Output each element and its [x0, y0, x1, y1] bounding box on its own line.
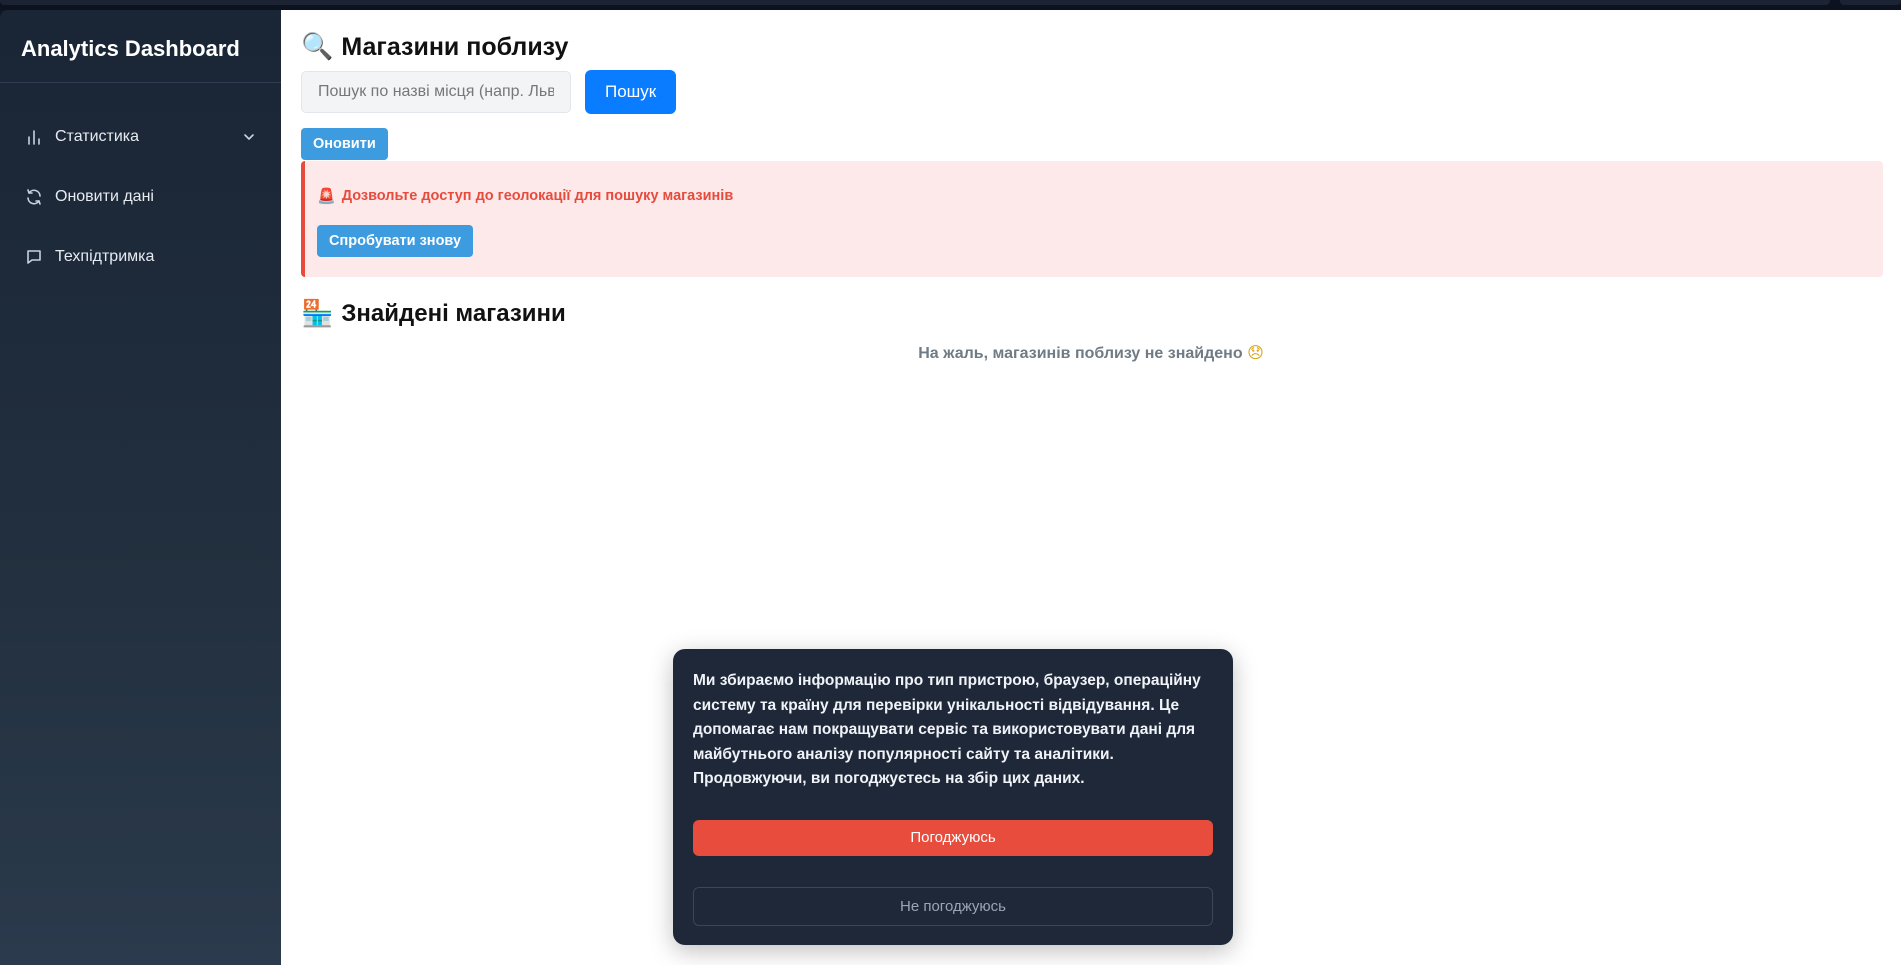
refresh-button[interactable]: Оновити [301, 128, 388, 160]
siren-icon: 🚨 [317, 187, 336, 205]
agree-button[interactable]: Погоджуюсь [693, 819, 1213, 856]
found-stores-title: Знайдені магазини [341, 300, 566, 327]
alert-text: Дозвольте доступ до геолокації для пошук… [341, 188, 734, 204]
search-row: Пошук [301, 70, 1881, 114]
geolocation-alert: 🚨 Дозвольте доступ до геолокації для пош… [301, 161, 1883, 277]
store-icon: 🏪 [301, 299, 334, 329]
tab-strip-end [1840, 0, 1901, 5]
sidebar: Analytics Dashboard Статистика Оновити д… [0, 10, 281, 965]
sidebar-item-label: Статистика [55, 128, 140, 145]
sidebar-nav: Статистика Оновити дані Техпідтримка [0, 83, 281, 287]
search-input[interactable] [301, 71, 571, 113]
consent-dialog: Ми збираємо інформацію про тип пристрою,… [673, 649, 1233, 945]
found-stores-heading: 🏪 Знайдені магазини [301, 299, 1881, 329]
disagree-button[interactable]: Не погоджуюсь [693, 886, 1213, 926]
window-top-bar [0, 0, 1901, 10]
retry-button[interactable]: Спробувати знову [317, 225, 474, 257]
page-title-text: Магазини поблизу [341, 32, 569, 61]
sidebar-item-refresh-data[interactable]: Оновити дані [0, 167, 281, 227]
page-title: 🔍 Магазини поблизу [301, 32, 1881, 62]
magnifier-icon: 🔍 [301, 32, 334, 62]
bar-chart-icon [28, 130, 40, 145]
sad-face-icon: 😞 [1247, 343, 1264, 362]
chevron-down-icon[interactable] [242, 130, 256, 144]
search-button[interactable]: Пошук [585, 70, 677, 114]
alert-message: 🚨 Дозвольте доступ до геолокації для пош… [317, 187, 1883, 205]
refresh-icon [27, 189, 41, 205]
sidebar-item-label: Оновити дані [55, 188, 154, 205]
sidebar-item-label: Техпідтримка [55, 248, 155, 265]
empty-state-text: На жаль, магазинів поблизу не знайдено [918, 345, 1243, 362]
brand-title: Analytics Dashboard [0, 10, 281, 83]
consent-text: Ми збираємо інформацію про тип пристрою,… [693, 672, 1201, 787]
sidebar-item-statistics[interactable]: Статистика [0, 107, 281, 167]
sidebar-item-support[interactable]: Техпідтримка [0, 227, 281, 287]
chat-icon [27, 250, 41, 264]
tab-strip [0, 0, 1830, 5]
empty-state: На жаль, магазинів поблизу не знайдено 😞 [301, 343, 1881, 363]
